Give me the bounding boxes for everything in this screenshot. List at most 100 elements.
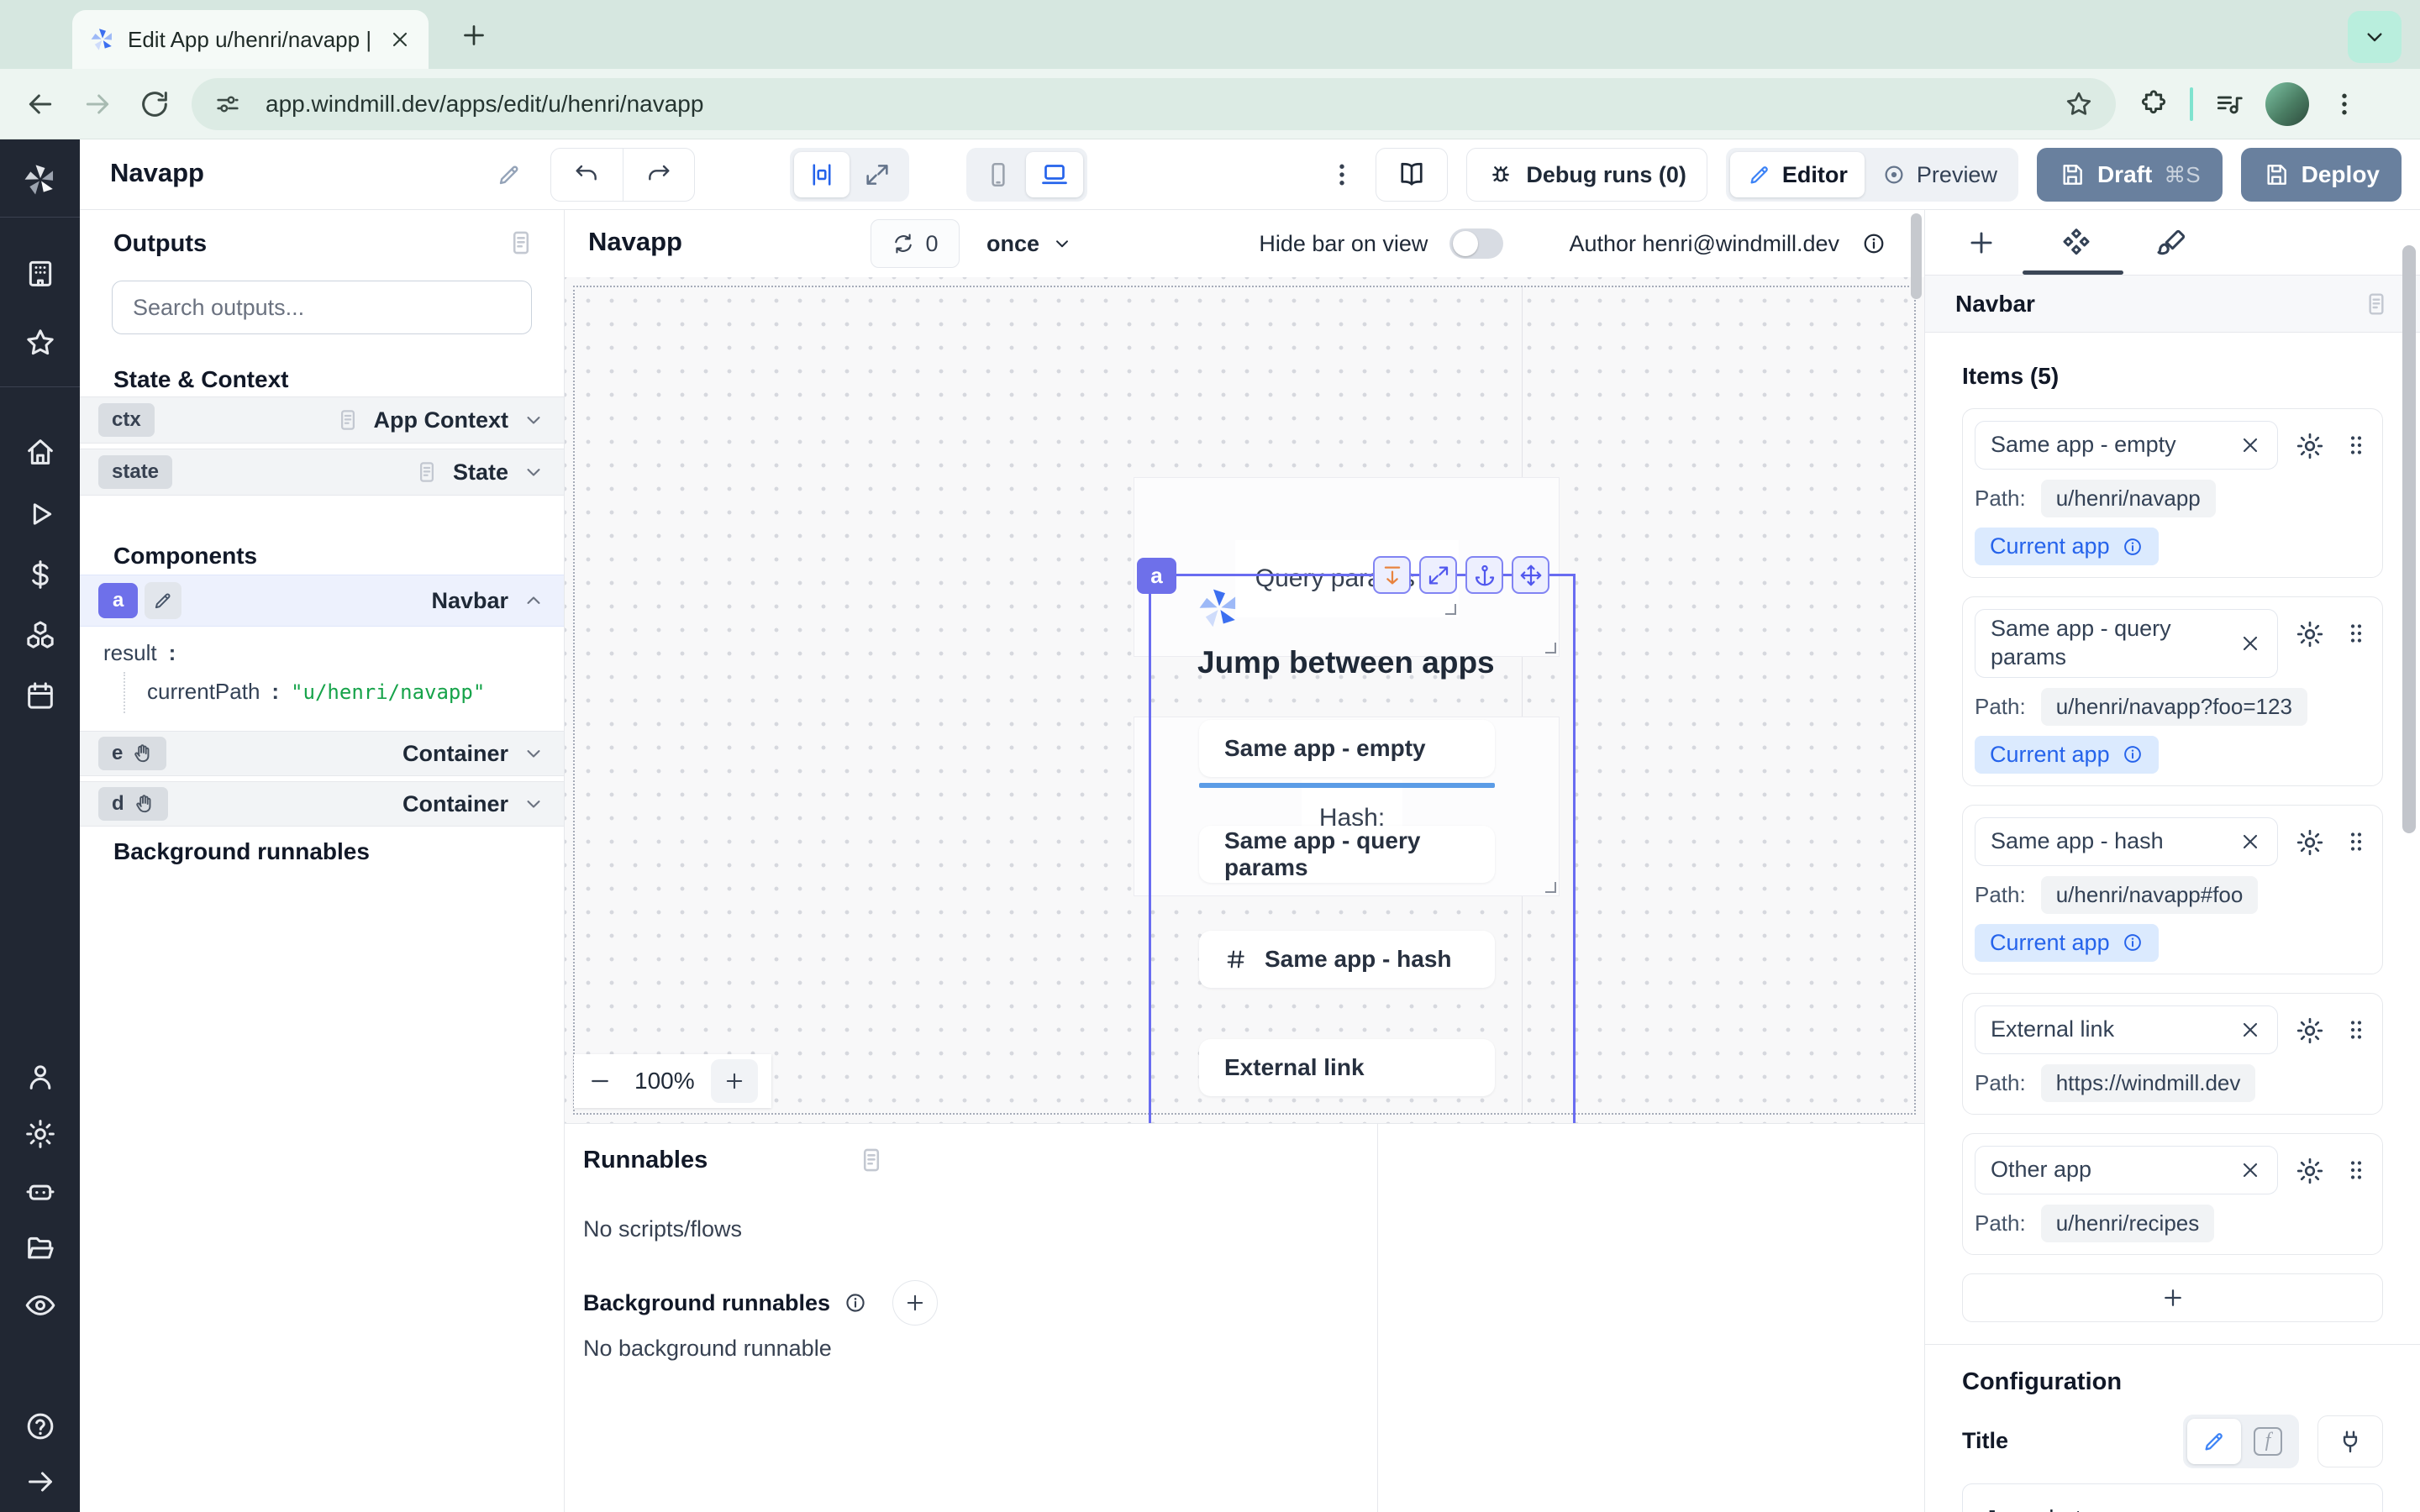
forward-button[interactable] (81, 87, 114, 121)
avatar[interactable] (2265, 82, 2309, 126)
settings-scrollbar[interactable] (2402, 245, 2416, 833)
resources-icon[interactable] (24, 618, 57, 652)
undo-button[interactable] (551, 149, 623, 201)
add-background-runnable-button[interactable] (892, 1280, 938, 1326)
info-icon[interactable] (2122, 536, 2144, 558)
windmill-logo[interactable] (22, 161, 59, 198)
state-row[interactable]: state State (80, 449, 564, 496)
item-path[interactable]: https://windmill.dev (2041, 1064, 2256, 1102)
media-playlist-icon[interactable] (2213, 88, 2245, 120)
canvas-scrollbar[interactable] (1911, 213, 1922, 299)
more-options-icon[interactable] (1327, 160, 1357, 190)
collapse-sidebar-icon[interactable] (24, 1465, 57, 1499)
static-mode-button[interactable] (2187, 1419, 2241, 1464)
clear-icon[interactable] (2238, 830, 2262, 853)
browser-menu-icon[interactable] (2329, 89, 2360, 119)
hide-bar-toggle[interactable] (1449, 228, 1503, 259)
workers-icon[interactable] (24, 1174, 57, 1208)
nav-item-same-app-empty[interactable]: Same app - empty (1199, 720, 1495, 777)
item-label-input[interactable]: Same app - hash (1975, 817, 2278, 866)
mobile-view-button[interactable] (971, 152, 1026, 197)
draft-button[interactable]: Draft ⌘S (2037, 148, 2223, 202)
chevron-down-icon[interactable] (522, 460, 545, 484)
item-settings-icon[interactable] (2295, 619, 2325, 649)
runnables-doc-icon[interactable] (857, 1146, 886, 1174)
url-text[interactable]: app.windmill.dev/apps/edit/u/henri/navap… (266, 91, 2064, 118)
item-label-input[interactable]: Same app - empty (1975, 421, 2278, 470)
debug-runs-button[interactable]: Debug runs (0) (1466, 148, 1707, 202)
zoom-out-button[interactable] (587, 1068, 613, 1094)
item-settings-icon[interactable] (2295, 827, 2325, 858)
extensions-icon[interactable] (2138, 88, 2170, 120)
edit-title-icon[interactable] (496, 161, 523, 188)
workspace-icon[interactable] (24, 257, 57, 291)
info-icon[interactable] (1861, 231, 1886, 256)
drag-handle-icon[interactable] (2342, 1016, 2370, 1044)
schedules-icon[interactable] (24, 679, 57, 712)
schedule-dropdown[interactable]: once (986, 223, 1073, 265)
item-settings-icon[interactable] (2295, 431, 2325, 461)
add-item-button[interactable] (1962, 1273, 2383, 1322)
nav-item-hash[interactable]: Same app - hash (1199, 931, 1495, 988)
item-path[interactable]: u/henri/navapp?foo=123 (2041, 688, 2307, 726)
drag-handle-icon[interactable] (2342, 431, 2370, 459)
item-settings-icon[interactable] (2295, 1156, 2325, 1186)
editor-tab[interactable]: Editor (1730, 152, 1865, 197)
expression-mode-button[interactable]: f (2241, 1419, 2295, 1464)
connect-input-button[interactable] (2317, 1415, 2383, 1467)
item-label-input[interactable]: Other app (1975, 1146, 2278, 1194)
new-tab-button[interactable] (459, 20, 489, 50)
zoom-in-button[interactable] (711, 1059, 758, 1103)
clear-icon[interactable] (2238, 433, 2262, 457)
expand-down-button[interactable] (1373, 556, 1411, 594)
address-bar[interactable]: app.windmill.dev/apps/edit/u/henri/navap… (192, 78, 2116, 130)
fullscreen-component-button[interactable] (1419, 556, 1457, 594)
reload-button[interactable] (138, 87, 171, 121)
folders-icon[interactable] (24, 1231, 57, 1265)
selected-component-navbar[interactable]: a Jump between apps Same app - empty (1149, 574, 1576, 1124)
deploy-button[interactable]: Deploy (2241, 148, 2402, 202)
variables-icon[interactable] (24, 558, 57, 591)
chevron-up-icon[interactable] (522, 589, 545, 612)
item-label-input[interactable]: Same app - query params (1975, 609, 2278, 678)
result-key-row[interactable]: result : (103, 640, 176, 666)
drag-handle-icon[interactable] (2342, 619, 2370, 648)
clear-icon[interactable] (2238, 1018, 2262, 1042)
runs-icon[interactable] (24, 497, 57, 531)
drag-handle-icon[interactable] (2342, 1156, 2370, 1184)
component-settings-tab[interactable] (2060, 226, 2093, 260)
item-label-input[interactable]: External link (1975, 1005, 2278, 1054)
nav-item-query-params[interactable]: Same app - query params (1199, 826, 1495, 883)
title-input[interactable]: Jump between apps (1962, 1483, 2383, 1512)
ctx-row[interactable]: ctx App Context (80, 396, 564, 444)
item-path[interactable]: u/henri/navapp#foo (2041, 876, 2259, 914)
preview-tab[interactable]: Preview (1865, 152, 2014, 197)
centered-layout-button[interactable] (794, 152, 850, 197)
chevron-down-icon[interactable] (522, 742, 545, 765)
back-button[interactable] (24, 87, 57, 121)
clear-icon[interactable] (2238, 632, 2262, 655)
component-d-row[interactable]: d Container (80, 781, 564, 827)
anchor-component-button[interactable] (1465, 556, 1503, 594)
drag-handle-icon[interactable] (2342, 827, 2370, 856)
redo-button[interactable] (623, 149, 695, 201)
chevron-down-icon[interactable] (522, 408, 545, 432)
component-e-row[interactable]: e Container (80, 731, 564, 776)
home-icon[interactable] (24, 435, 57, 469)
panel-doc-icon[interactable] (507, 228, 535, 257)
insert-component-tab[interactable] (1965, 227, 1997, 259)
site-settings-icon[interactable] (213, 90, 242, 118)
docs-button[interactable] (1376, 148, 1448, 202)
desktop-view-button[interactable] (1026, 152, 1083, 197)
info-icon[interactable] (2122, 743, 2144, 765)
users-icon[interactable] (24, 1060, 57, 1094)
rename-component-button[interactable] (145, 582, 182, 619)
info-icon[interactable] (2122, 932, 2144, 953)
app-canvas[interactable]: Query params {} Hash: a (565, 277, 1924, 1124)
info-icon[interactable] (844, 1291, 867, 1315)
component-a-row[interactable]: a Navbar (80, 575, 564, 627)
bookmark-icon[interactable] (2064, 89, 2094, 119)
tab-search-button[interactable] (2348, 11, 2402, 63)
clear-icon[interactable] (2238, 1158, 2262, 1182)
refresh-count-button[interactable]: 0 (871, 219, 960, 268)
